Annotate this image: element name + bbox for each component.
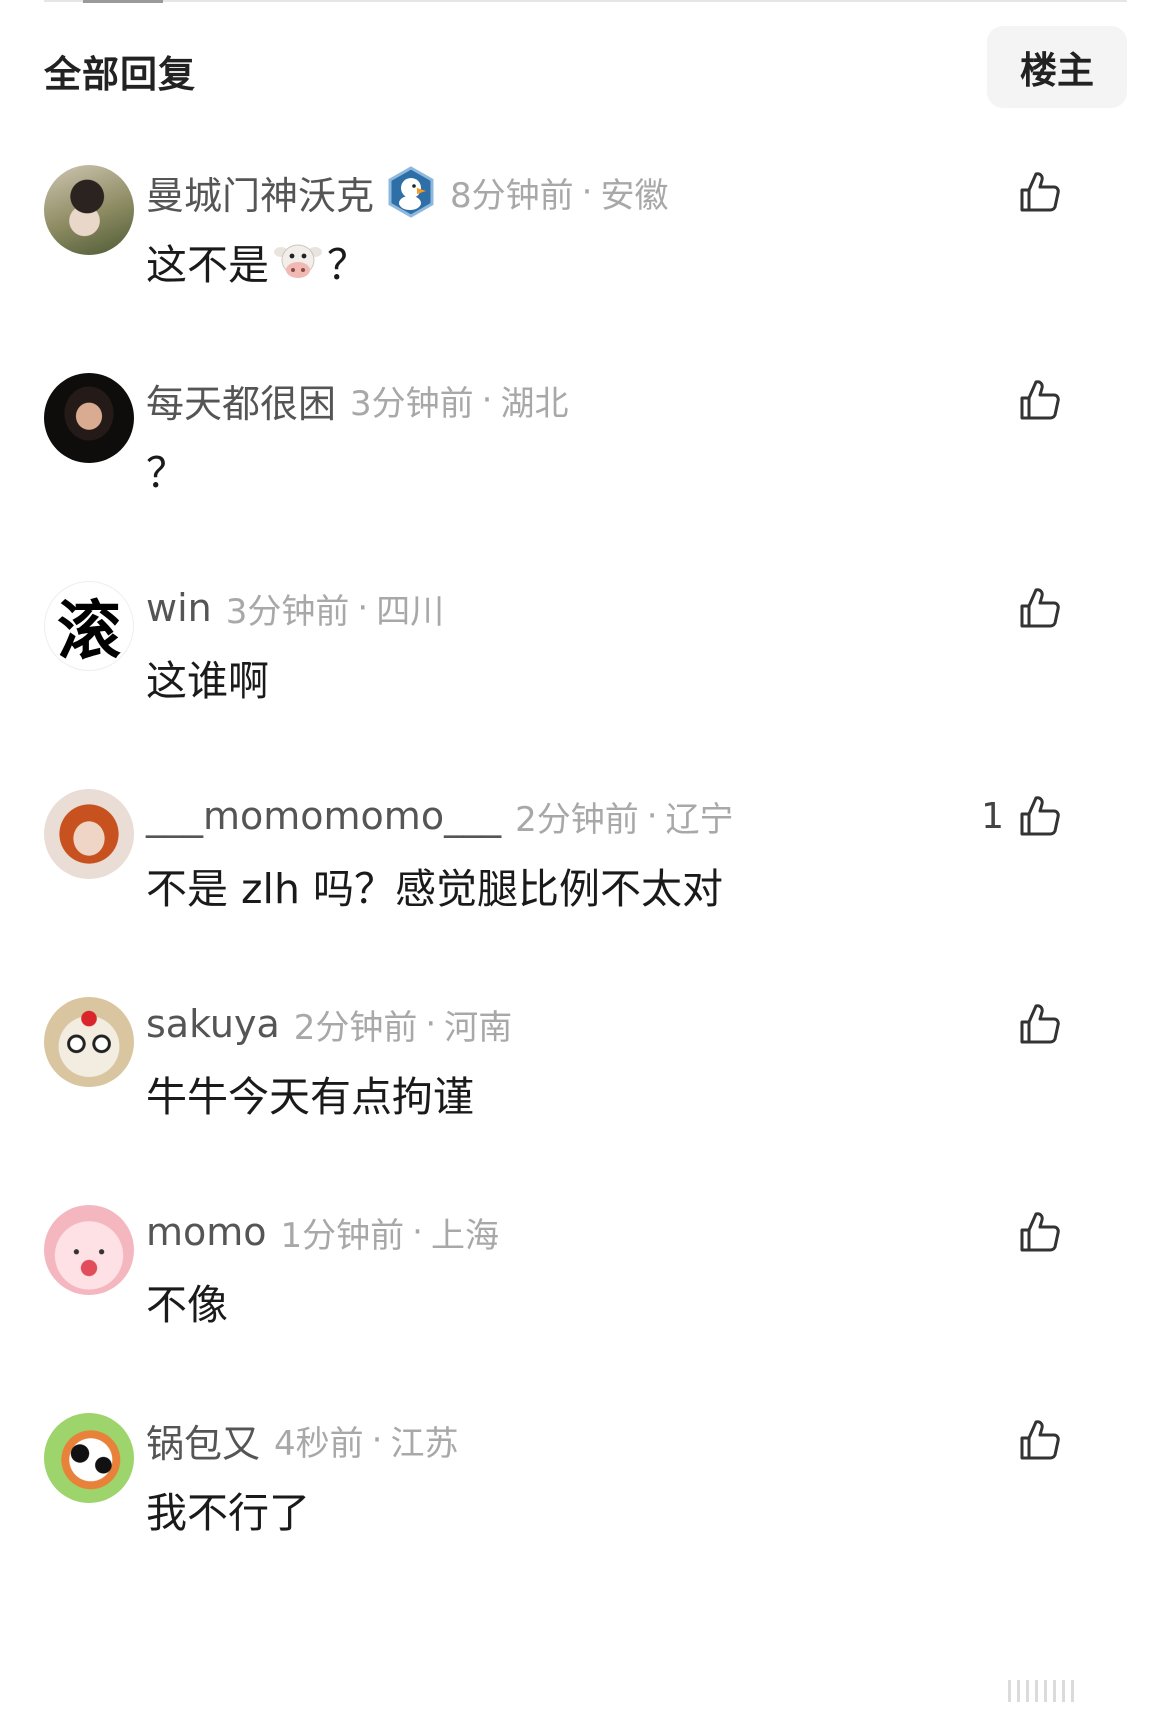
- comment-meta: 锅包又 4秒前 · 江苏: [146, 1413, 459, 1468]
- comment-item: 曼城门神沃克 8分钟前 · 安徽 这不是 ？: [0, 165, 1170, 365]
- ip-location: 上海: [430, 1215, 499, 1256]
- thumbs-up-icon: [1020, 1420, 1060, 1460]
- time-ago: 2分钟前: [515, 799, 639, 840]
- time-ago: 8分钟前: [450, 175, 574, 216]
- comment-meta: sakuya 2分钟前 · 河南: [146, 999, 512, 1049]
- time-ago: 4秒前: [274, 1423, 364, 1464]
- comment-text-part: 这谁啊: [146, 657, 269, 705]
- thumbs-up-icon: [1020, 380, 1060, 420]
- comment-item: 每天都很困 3分钟前 · 湖北 ？: [0, 373, 1170, 573]
- comment-text: 不是 zlh 吗？感觉腿比例不太对: [146, 855, 723, 915]
- avatar[interactable]: [44, 997, 134, 1087]
- separator-dot: ·: [371, 1420, 383, 1460]
- ip-location: 河南: [444, 1007, 513, 1048]
- comment-text-part: 不像: [146, 1281, 228, 1329]
- avatar[interactable]: [44, 373, 134, 463]
- username[interactable]: 锅包又: [146, 1413, 260, 1468]
- duck-badge-icon: [388, 166, 434, 218]
- avatar[interactable]: [44, 1413, 134, 1503]
- comment-item: 滚 win 3分钟前 · 四川 这谁啊: [0, 581, 1170, 781]
- replies-header: 全部回复 楼主: [44, 26, 1127, 108]
- comment-meta: ___momomomo___ 2分钟前 · 辽宁: [146, 791, 734, 841]
- like-button[interactable]: [1004, 167, 1064, 217]
- comment-meta: 曼城门神沃克 8分钟前 · 安徽: [146, 165, 669, 220]
- like-button[interactable]: [1004, 1415, 1064, 1465]
- top-divider: [44, 0, 1127, 2]
- tab-indicator: [83, 0, 163, 3]
- comment-text: 我不行了: [146, 1479, 310, 1539]
- avatar[interactable]: [44, 789, 134, 879]
- avatar[interactable]: [44, 1205, 134, 1295]
- like-button[interactable]: [1004, 375, 1064, 425]
- like-button[interactable]: [1004, 583, 1064, 633]
- ip-location: 江苏: [390, 1423, 459, 1464]
- thumbs-up-icon: [1020, 588, 1060, 628]
- comment-text-part: 不是 zlh 吗？感觉腿比例不太对: [146, 865, 723, 913]
- comment-item: sakuya 2分钟前 · 河南 牛牛今天有点拘谨: [0, 997, 1170, 1197]
- time-ago: 1分钟前: [280, 1215, 405, 1256]
- username[interactable]: 每天都很困: [146, 373, 336, 428]
- like-button[interactable]: 1: [981, 791, 1064, 841]
- ip-location: 辽宁: [665, 799, 734, 840]
- comment-meta: win 3分钟前 · 四川: [146, 583, 444, 633]
- comment-item: ___momomomo___ 2分钟前 · 辽宁 不是 zlh 吗？感觉腿比例不…: [0, 789, 1170, 989]
- username[interactable]: win: [146, 586, 212, 630]
- username[interactable]: sakuya: [146, 1002, 280, 1046]
- time-ago: 3分钟前: [350, 383, 474, 424]
- ip-location: 湖北: [500, 383, 569, 424]
- username[interactable]: ___momomomo___: [146, 794, 501, 838]
- comment-meta: momo 1分钟前 · 上海: [146, 1207, 499, 1257]
- comment-text-part: 牛牛今天有点拘谨: [146, 1073, 474, 1121]
- comment-text: 这谁啊: [146, 647, 269, 707]
- cow-face-emoji: [274, 244, 322, 278]
- thumbs-up-icon: [1020, 1004, 1060, 1044]
- like-count: 1: [981, 795, 1004, 837]
- time-ago: 2分钟前: [293, 1007, 418, 1048]
- comment-text-part: ？: [146, 449, 187, 497]
- comment-text-part: 这不是: [146, 241, 269, 289]
- all-replies-title: 全部回复: [44, 53, 196, 96]
- like-button[interactable]: [1004, 999, 1064, 1049]
- comment-text-part: 我不行了: [146, 1489, 310, 1537]
- comment-text: 这不是 ？: [146, 231, 368, 291]
- comment-item: momo 1分钟前 · 上海 不像: [0, 1205, 1170, 1405]
- separator-dot: ·: [481, 380, 493, 420]
- avatar[interactable]: [44, 165, 134, 255]
- watermark: [1008, 1680, 1074, 1702]
- separator-dot: ·: [357, 588, 369, 628]
- time-ago: 3分钟前: [225, 591, 350, 632]
- separator-dot: ·: [646, 796, 658, 836]
- thumbs-up-icon: [1020, 796, 1060, 836]
- ip-location: 四川: [376, 591, 445, 632]
- comment-text-part: ？: [327, 241, 368, 289]
- like-button[interactable]: [1004, 1207, 1064, 1257]
- separator-dot: ·: [412, 1212, 423, 1252]
- comment-item: 锅包又 4秒前 · 江苏 我不行了: [0, 1413, 1170, 1613]
- thumbs-up-icon: [1020, 1212, 1060, 1252]
- comment-meta: 每天都很困 3分钟前 · 湖北: [146, 373, 569, 428]
- separator-dot: ·: [581, 172, 593, 212]
- thumbs-up-icon: [1020, 172, 1060, 212]
- avatar[interactable]: 滚: [44, 581, 134, 671]
- comment-text: 不像: [146, 1271, 228, 1331]
- comment-text: 牛牛今天有点拘谨: [146, 1063, 474, 1123]
- username[interactable]: 曼城门神沃克: [146, 165, 374, 220]
- op-only-button[interactable]: 楼主: [987, 26, 1127, 108]
- ip-location: 安徽: [600, 175, 669, 216]
- separator-dot: ·: [425, 1004, 437, 1044]
- username[interactable]: momo: [146, 1210, 267, 1254]
- comment-text: ？: [146, 439, 187, 499]
